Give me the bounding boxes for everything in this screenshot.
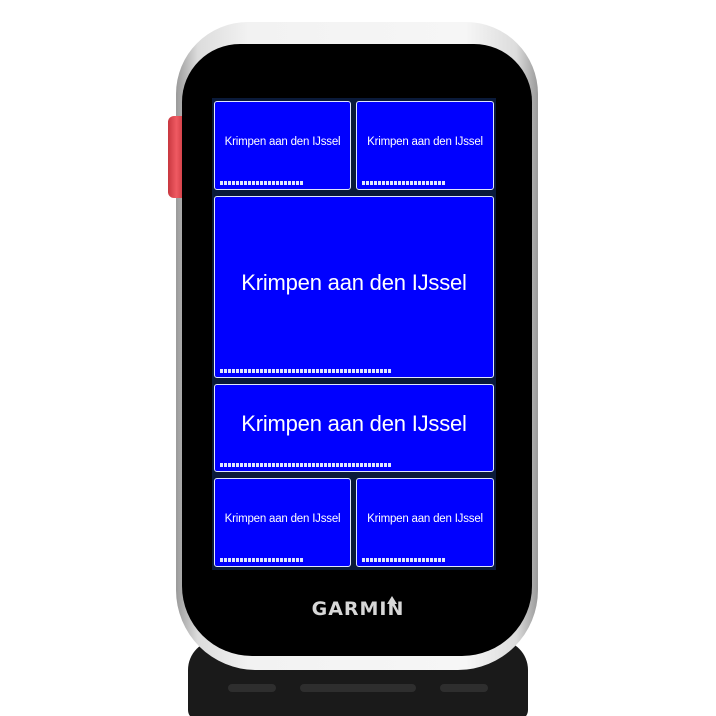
- brand-logo: GARMIN: [311, 598, 405, 620]
- data-field-top-left[interactable]: Krimpen aan den IJssel: [214, 101, 351, 190]
- field-dotted-indicator: [220, 181, 303, 185]
- data-field-top-right[interactable]: Krimpen aan den IJssel: [356, 101, 494, 190]
- data-field-label: Krimpen aan den IJssel: [224, 135, 341, 148]
- data-field-label: Krimpen aan den IJssel: [367, 135, 483, 148]
- garmin-device-screenshot: Krimpen aan den IJssel Krimpen aan den I…: [0, 0, 716, 716]
- data-field-label: Krimpen aan den IJssel: [241, 270, 467, 295]
- data-field-label: Krimpen aan den IJssel: [241, 411, 467, 436]
- field-dotted-indicator: [220, 558, 303, 562]
- side-power-button[interactable]: [168, 116, 182, 198]
- data-field-label: Krimpen aan den IJssel: [367, 512, 483, 525]
- base-groove-left: [228, 684, 276, 692]
- field-dotted-indicator: [220, 369, 392, 373]
- data-field-main[interactable]: Krimpen aan den IJssel: [214, 196, 494, 378]
- data-screen: Krimpen aan den IJssel Krimpen aan den I…: [212, 98, 496, 570]
- field-dotted-indicator: [362, 558, 445, 562]
- data-field-label: Krimpen aan den IJssel: [224, 512, 341, 525]
- field-dotted-indicator: [362, 181, 445, 185]
- base-groove-center: [300, 684, 416, 692]
- data-field-bottom-right[interactable]: Krimpen aan den IJssel: [356, 478, 494, 567]
- field-dotted-indicator: [220, 463, 392, 467]
- base-groove-right: [440, 684, 488, 692]
- data-field-middle[interactable]: Krimpen aan den IJssel: [214, 384, 494, 472]
- data-field-bottom-left[interactable]: Krimpen aan den IJssel: [214, 478, 351, 567]
